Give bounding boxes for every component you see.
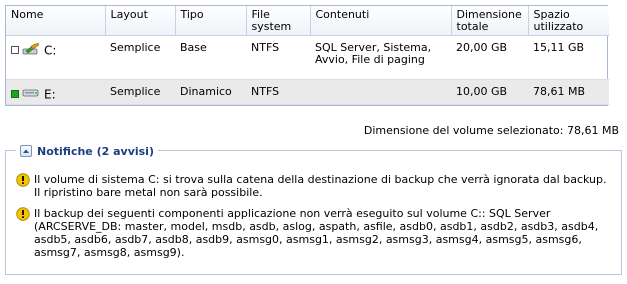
notification-text: Il volume di sistema C: si trova sulla c… <box>34 173 607 199</box>
warning-icon <box>16 173 30 187</box>
volume-contents: SQL Server, Sistema, Avvio, File di pagi… <box>310 35 451 80</box>
volume-checkbox[interactable] <box>11 46 19 54</box>
notification-item: Il volume di sistema C: si trova sulla c… <box>16 173 616 199</box>
warning-icon <box>16 207 30 221</box>
volume-layout: Semplice <box>105 79 175 105</box>
volume-filesystem: NTFS <box>246 35 310 80</box>
volume-name: C: <box>44 43 57 57</box>
table-row[interactable]: C: Semplice Base NTFS SQL Server, Sistem… <box>6 35 609 80</box>
notification-item: Il backup dei seguenti componenti applic… <box>16 207 616 259</box>
notifications-title: Notifiche (2 avvisi) <box>37 144 154 158</box>
volume-contents <box>310 79 451 105</box>
volume-name: E: <box>44 87 56 101</box>
volume-used-space: 15,11 GB <box>528 35 609 80</box>
system-drive-icon <box>22 42 40 59</box>
column-header-layout[interactable]: Layout <box>105 6 176 36</box>
notifications-header: Notifiche (2 avvisi) <box>16 143 158 159</box>
notification-text: Il backup dei seguenti componenti applic… <box>34 207 599 259</box>
chevron-up-icon <box>23 149 29 153</box>
volume-checkbox[interactable] <box>11 90 19 98</box>
column-header-type[interactable]: Tipo <box>175 6 247 36</box>
column-header-contents[interactable]: Contenuti <box>310 6 452 36</box>
notifications-panel: Notifiche (2 avvisi) Il volume di sistem… <box>5 143 622 275</box>
table-header-row: Nome Layout Tipo File system Contenuti D… <box>6 6 609 36</box>
table-row[interactable]: E: Semplice Dinamico NTFS 10,00 GB 78,61… <box>6 79 609 105</box>
selected-volume-size: Dimensione del volume selezionato: 78,61… <box>363 124 619 137</box>
column-header-used-space[interactable]: Spazio utilizzato <box>528 6 609 36</box>
volume-layout: Semplice <box>105 35 175 80</box>
volume-used-space: 78,61 MB <box>528 79 609 105</box>
column-header-total-size[interactable]: Dimensione totale <box>451 6 529 36</box>
drive-icon <box>22 86 40 103</box>
volume-type: Base <box>175 35 246 80</box>
volume-filesystem: NTFS <box>246 79 310 105</box>
volume-total-size: 20,00 GB <box>451 35 528 80</box>
column-header-filesystem[interactable]: File system <box>246 6 311 36</box>
volume-name-cell: C: <box>6 35 105 80</box>
volume-table: Nome Layout Tipo File system Contenuti D… <box>5 5 609 106</box>
volume-type: Dinamico <box>175 79 246 105</box>
collapse-button[interactable] <box>20 145 32 157</box>
column-header-name[interactable]: Nome <box>6 6 106 36</box>
volume-name-cell: E: <box>6 79 105 105</box>
volume-total-size: 10,00 GB <box>451 79 528 105</box>
